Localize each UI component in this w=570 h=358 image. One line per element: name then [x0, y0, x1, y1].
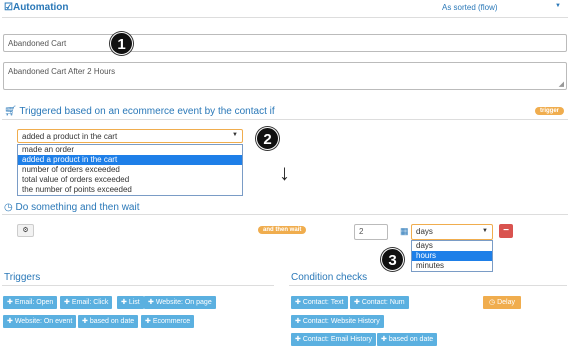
- header-divider: [2, 17, 568, 18]
- trigger-event-dropdown[interactable]: made an order added a product in the car…: [17, 144, 243, 196]
- wait-amount-value: 2: [359, 227, 364, 236]
- add-list-button[interactable]: ✚ List: [117, 296, 144, 309]
- plus-icon: ✚: [295, 336, 303, 343]
- add-contact-num-button[interactable]: ✚ Contact: Num: [350, 296, 409, 309]
- description-textarea[interactable]: Abandoned Cart After 2 Hours ◢: [3, 62, 567, 90]
- remove-button[interactable]: −: [499, 224, 513, 238]
- add-contact-text-button[interactable]: ✚ Contact: Text: [291, 296, 348, 309]
- calendar-icon[interactable]: ▦: [400, 226, 409, 237]
- dropdown-option[interactable]: made an order: [18, 145, 242, 155]
- description-value: Abandoned Cart After 2 Hours: [8, 67, 116, 76]
- chevron-down-icon: ▼: [482, 228, 488, 234]
- plus-icon: ✚: [295, 318, 303, 325]
- plus-icon: ✚: [121, 299, 129, 306]
- trigger-event-value: added a product in the cart: [22, 132, 118, 141]
- triggers-title: Triggers: [4, 272, 41, 283]
- dropdown-option[interactable]: the number of points exceeded: [18, 185, 242, 195]
- add-contact-website-history-button[interactable]: ✚ Contact: Website History: [291, 315, 384, 328]
- dropdown-option[interactable]: number of orders exceeded: [18, 165, 242, 175]
- trigger-event-select[interactable]: added a product in the cart ▼: [17, 129, 243, 143]
- action-divider: [2, 214, 568, 215]
- automation-name-input[interactable]: Abandoned Cart: [3, 34, 567, 52]
- sort-dropdown[interactable]: As sorted (flow): [442, 3, 498, 12]
- add-condition-based-on-date-button[interactable]: ✚ based on date: [377, 333, 438, 346]
- cart-icon: 🛒︎: [4, 106, 17, 117]
- automation-header: ☑Automation: [4, 2, 69, 13]
- plus-icon: ✚: [354, 299, 362, 306]
- trigger-section-title: 🛒︎ Triggered based on an ecommerce event…: [4, 106, 275, 117]
- dropdown-option-selected[interactable]: added a product in the cart: [18, 155, 242, 165]
- conditions-divider: [289, 285, 567, 286]
- plus-icon: ✚: [64, 299, 72, 306]
- clock-icon: ◷: [4, 202, 13, 213]
- wait-badge: and then wait: [258, 226, 307, 234]
- page-title: Automation: [12, 2, 69, 13]
- callout-1: 1: [110, 32, 133, 55]
- chevron-down-icon: ▼: [232, 132, 238, 138]
- dropdown-option[interactable]: days: [412, 241, 492, 251]
- wait-amount-input[interactable]: 2: [354, 224, 388, 240]
- triggers-divider: [2, 285, 274, 286]
- plus-icon: ✚: [145, 318, 153, 325]
- gear-button[interactable]: ⚙: [17, 224, 34, 237]
- add-contact-email-history-button[interactable]: ✚ Contact: Email History: [291, 333, 377, 346]
- add-website-on-event-button[interactable]: ✚ Website: On event: [3, 315, 77, 328]
- callout-3: 3: [381, 248, 404, 271]
- plus-icon: ✚: [82, 318, 90, 325]
- add-delay-button[interactable]: ◷ Delay: [483, 296, 521, 309]
- wait-unit-select[interactable]: days ▼: [411, 224, 493, 240]
- dropdown-option[interactable]: total value of orders exceeded: [18, 175, 242, 185]
- clock-icon: ◷: [489, 299, 498, 306]
- trigger-divider: [2, 119, 568, 120]
- add-email-open-button[interactable]: ✚ Email: Open: [3, 296, 58, 309]
- dropdown-option[interactable]: minutes: [412, 261, 492, 271]
- add-ecommerce-button[interactable]: ✚ Ecommerce: [141, 315, 195, 328]
- chevron-down-icon[interactable]: ▼: [555, 3, 561, 9]
- add-email-click-button[interactable]: ✚ Email: Click: [60, 296, 113, 309]
- resize-grip-icon[interactable]: ◢: [559, 80, 564, 88]
- gear-icon: ⚙: [22, 227, 29, 234]
- conditions-title: Condition checks: [291, 272, 368, 283]
- action-section-title: ◷ Do something and then wait: [4, 202, 140, 213]
- wait-unit-dropdown[interactable]: days hours minutes: [411, 240, 493, 272]
- callout-2: 2: [256, 127, 279, 150]
- add-website-on-page-button[interactable]: ✚ Website: On page: [144, 296, 216, 309]
- plus-icon: ✚: [7, 299, 15, 306]
- plus-icon: ✚: [295, 299, 303, 306]
- minus-icon: −: [503, 225, 509, 236]
- plus-icon: ✚: [7, 318, 15, 325]
- checkbox-icon: ☑: [4, 2, 13, 13]
- wait-unit-value: days: [416, 227, 433, 236]
- trigger-badge: trigger: [535, 107, 565, 115]
- plus-icon: ✚: [381, 336, 389, 343]
- add-based-on-date-button[interactable]: ✚ based on date: [78, 315, 139, 328]
- arrow-down-icon: ↓: [279, 160, 290, 185]
- dropdown-option-selected[interactable]: hours: [412, 251, 492, 261]
- name-value: Abandoned Cart: [8, 39, 67, 48]
- plus-icon: ✚: [148, 299, 156, 306]
